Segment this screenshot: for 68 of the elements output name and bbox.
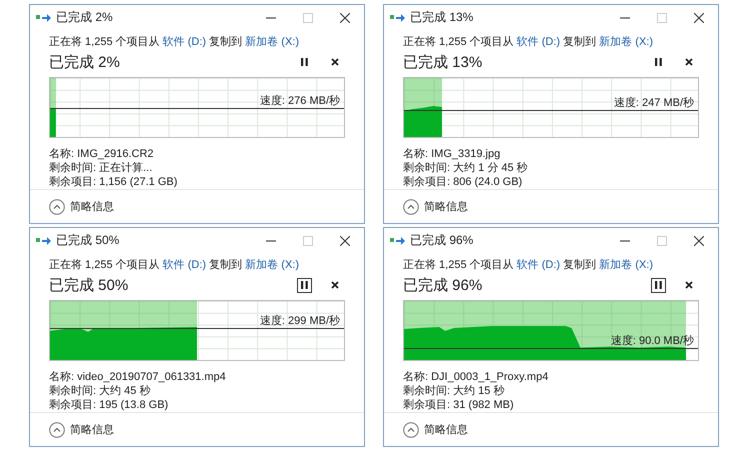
cancel-icon[interactable] xyxy=(685,58,693,66)
less-details-button[interactable]: 简略信息 xyxy=(403,198,468,215)
destination-link[interactable]: 新加卷 (X:) xyxy=(599,36,653,48)
pause-icon xyxy=(655,58,662,66)
less-details-button[interactable]: 简略信息 xyxy=(403,422,468,438)
source-link[interactable]: 软件 (D:) xyxy=(516,36,560,48)
close-icon[interactable] xyxy=(694,236,704,246)
copy-description: 正在将 1,255 个项目从 软件 (D:) 复制到 新加卷 (X:) xyxy=(49,258,300,272)
destination-link[interactable]: 新加卷 (X:) xyxy=(245,36,299,48)
detail-text: 剩余项目: 195 (13.8 GB) xyxy=(49,398,170,412)
detail-text: 名称: video_20190707_061331.mp4 xyxy=(49,370,227,384)
cancel-icon[interactable] xyxy=(331,58,339,66)
copy-description: 正在将 1,255 个项目从 软件 (D:) 复制到 新加卷 (X:) xyxy=(403,258,654,272)
destination-link[interactable]: 新加卷 (X:) xyxy=(245,259,299,272)
copy-description: 正在将 1,255 个项目从 软件 (D:) 复制到 新加卷 (X:) xyxy=(49,34,300,50)
progress-heading: 已完成 2% xyxy=(49,52,120,72)
close-icon[interactable] xyxy=(340,236,350,246)
speed-label: 速度: 276 MB/秒 xyxy=(260,94,340,108)
pause-icon xyxy=(655,281,662,290)
pause-button[interactable] xyxy=(297,278,312,293)
copy-icon xyxy=(390,236,406,246)
progress-heading: 已完成 50% xyxy=(49,276,128,295)
maximize-icon xyxy=(657,236,667,246)
maximize-icon xyxy=(303,12,313,23)
less-details-button[interactable]: 简略信息 xyxy=(49,422,114,438)
window-title: 已完成 2% xyxy=(56,9,113,26)
source-link[interactable]: 软件 (D:) xyxy=(162,36,206,48)
copy-icon xyxy=(36,236,52,246)
chevron-up-icon xyxy=(49,422,65,438)
close-icon[interactable] xyxy=(694,12,704,23)
detail-text: 剩余时间: 大约 45 秒 xyxy=(49,384,152,398)
detail-text: 名称: IMG_2916.CR2 xyxy=(49,147,155,162)
speed-label: 速度: 247 MB/秒 xyxy=(614,96,694,110)
progress-heading: 已完成 13% xyxy=(403,52,482,72)
maximize-icon xyxy=(657,12,667,23)
source-link[interactable]: 软件 (D:) xyxy=(516,259,560,272)
copy-icon xyxy=(390,12,406,23)
detail-text: 名称: IMG_3319.jpg xyxy=(403,147,502,162)
detail-text: 剩余时间: 正在计算... xyxy=(49,161,154,176)
speed-label: 速度: 90.0 MB/秒 xyxy=(610,334,694,348)
pause-icon xyxy=(301,58,308,66)
chevron-up-icon xyxy=(403,198,419,215)
speed-wave-drawing xyxy=(50,108,56,138)
cancel-icon[interactable] xyxy=(685,281,693,290)
close-icon[interactable] xyxy=(340,12,350,23)
pause-icon xyxy=(301,281,308,290)
window-title: 已完成 96% xyxy=(410,232,474,250)
chevron-up-icon xyxy=(403,422,419,438)
window-title: 已完成 13% xyxy=(410,9,474,26)
detail-text: 剩余项目: 1,156 (27.1 GB) xyxy=(49,175,178,190)
speed-wave-drawing xyxy=(404,106,442,138)
copy-icon xyxy=(36,12,52,23)
detail-text: 名称: DJI_0003_1_Proxy.mp4 xyxy=(403,370,550,384)
pause-button[interactable] xyxy=(651,278,666,293)
chevron-up-icon xyxy=(49,198,65,215)
detail-text: 剩余时间: 大约 15 秒 xyxy=(403,384,506,398)
copy-description: 正在将 1,255 个项目从 软件 (D:) 复制到 新加卷 (X:) xyxy=(403,34,654,50)
speed-label: 速度: 299 MB/秒 xyxy=(260,314,340,328)
less-details-button[interactable]: 简略信息 xyxy=(49,198,114,215)
progress-heading: 已完成 96% xyxy=(403,276,482,295)
cancel-icon[interactable] xyxy=(331,281,339,290)
detail-text: 剩余项目: 806 (24.0 GB) xyxy=(403,175,524,190)
detail-text: 剩余项目: 31 (982 MB) xyxy=(403,398,515,412)
maximize-icon xyxy=(303,236,313,246)
window-title: 已完成 50% xyxy=(56,232,120,250)
destination-link[interactable]: 新加卷 (X:) xyxy=(599,259,653,272)
source-link[interactable]: 软件 (D:) xyxy=(162,259,206,272)
detail-text: 剩余时间: 大约 1 分 45 秒 xyxy=(403,161,529,176)
